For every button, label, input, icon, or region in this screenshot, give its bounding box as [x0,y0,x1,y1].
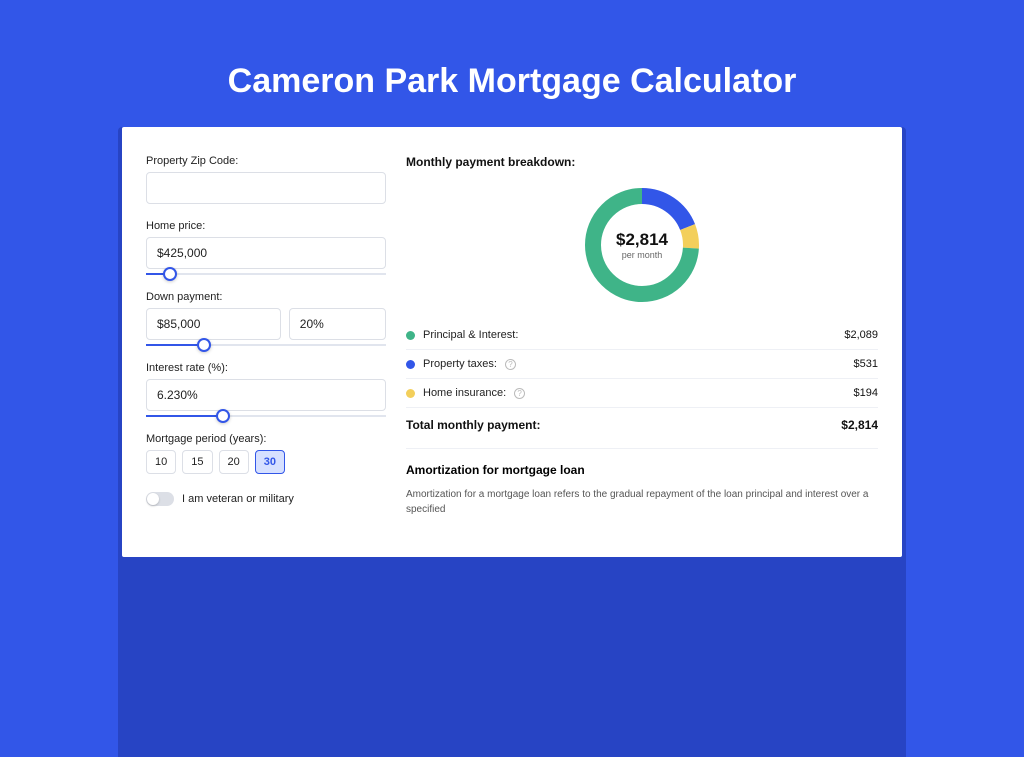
period-btn-20[interactable]: 20 [219,450,249,474]
interest-slider[interactable] [146,415,386,417]
period-field: Mortgage period (years): 1015 2030 [146,433,386,474]
period-btn-10[interactable]: 10 [146,450,176,474]
slider-knob[interactable] [197,338,211,352]
slider-fill [146,344,204,346]
legend-label: Home insurance: [423,387,506,399]
slider-fill [146,415,223,417]
card-backdrop: Property Zip Code: Home price: Down paym… [118,127,906,757]
home-price-field: Home price: [146,220,386,275]
toggle-knob [147,493,159,505]
amortization-heading: Amortization for mortgage loan [406,463,878,477]
total-row: Total monthly payment: $2,814 [406,408,878,448]
period-buttons: 1015 2030 [146,450,386,474]
legend-row: Principal & Interest: $2,089 [406,321,878,350]
home-price-slider[interactable] [146,273,386,275]
interest-label: Interest rate (%): [146,362,386,374]
donut-chart-wrap: $2,814 per month [406,175,878,321]
donut-amount: $2,814 [616,230,668,250]
period-label: Mortgage period (years): [146,433,386,445]
legend-dot [406,389,415,398]
legend-value: $194 [854,387,878,399]
home-price-input[interactable] [146,237,386,269]
legend-row: Home insurance:? $194 [406,379,878,408]
donut-chart: $2,814 per month [582,185,702,305]
legend-label: Property taxes: [423,358,497,370]
zip-field: Property Zip Code: [146,155,386,204]
legend: Principal & Interest: $2,089 Property taxe… [406,321,878,408]
donut-permonth: per month [622,250,663,260]
page-title: Cameron Park Mortgage Calculator [0,0,1024,127]
interest-input[interactable] [146,379,386,411]
total-label: Total monthly payment: [406,418,540,432]
down-payment-input[interactable] [146,308,281,340]
legend-dot [406,331,415,340]
zip-label: Property Zip Code: [146,155,386,167]
info-icon[interactable]: ? [505,359,516,370]
calculator-card: Property Zip Code: Home price: Down paym… [122,127,902,557]
total-value: $2,814 [841,418,878,432]
home-price-label: Home price: [146,220,386,232]
zip-input[interactable] [146,172,386,204]
breakdown-heading: Monthly payment breakdown: [406,155,878,169]
veteran-toggle[interactable] [146,492,174,506]
period-btn-15[interactable]: 15 [182,450,212,474]
slider-knob[interactable] [163,267,177,281]
period-btn-30[interactable]: 30 [255,450,285,474]
legend-row: Property taxes:? $531 [406,350,878,379]
info-icon[interactable]: ? [514,388,525,399]
down-payment-pct-input[interactable] [289,308,386,340]
legend-dot [406,360,415,369]
donut-center: $2,814 per month [582,185,702,305]
veteran-label: I am veteran or military [182,493,294,505]
down-payment-label: Down payment: [146,291,386,303]
amortization-box: Amortization for mortgage loan Amortizat… [406,448,878,517]
down-payment-slider[interactable] [146,344,386,346]
amortization-text: Amortization for a mortgage loan refers … [406,487,878,517]
breakdown-column: Monthly payment breakdown: $2,814 per mo… [406,155,878,517]
legend-value: $2,089 [844,329,878,341]
legend-value: $531 [854,358,878,370]
veteran-toggle-row: I am veteran or military [146,492,386,506]
form-column: Property Zip Code: Home price: Down paym… [146,155,386,517]
slider-knob[interactable] [216,409,230,423]
down-payment-field: Down payment: [146,291,386,346]
legend-label: Principal & Interest: [423,329,518,341]
interest-field: Interest rate (%): [146,362,386,417]
